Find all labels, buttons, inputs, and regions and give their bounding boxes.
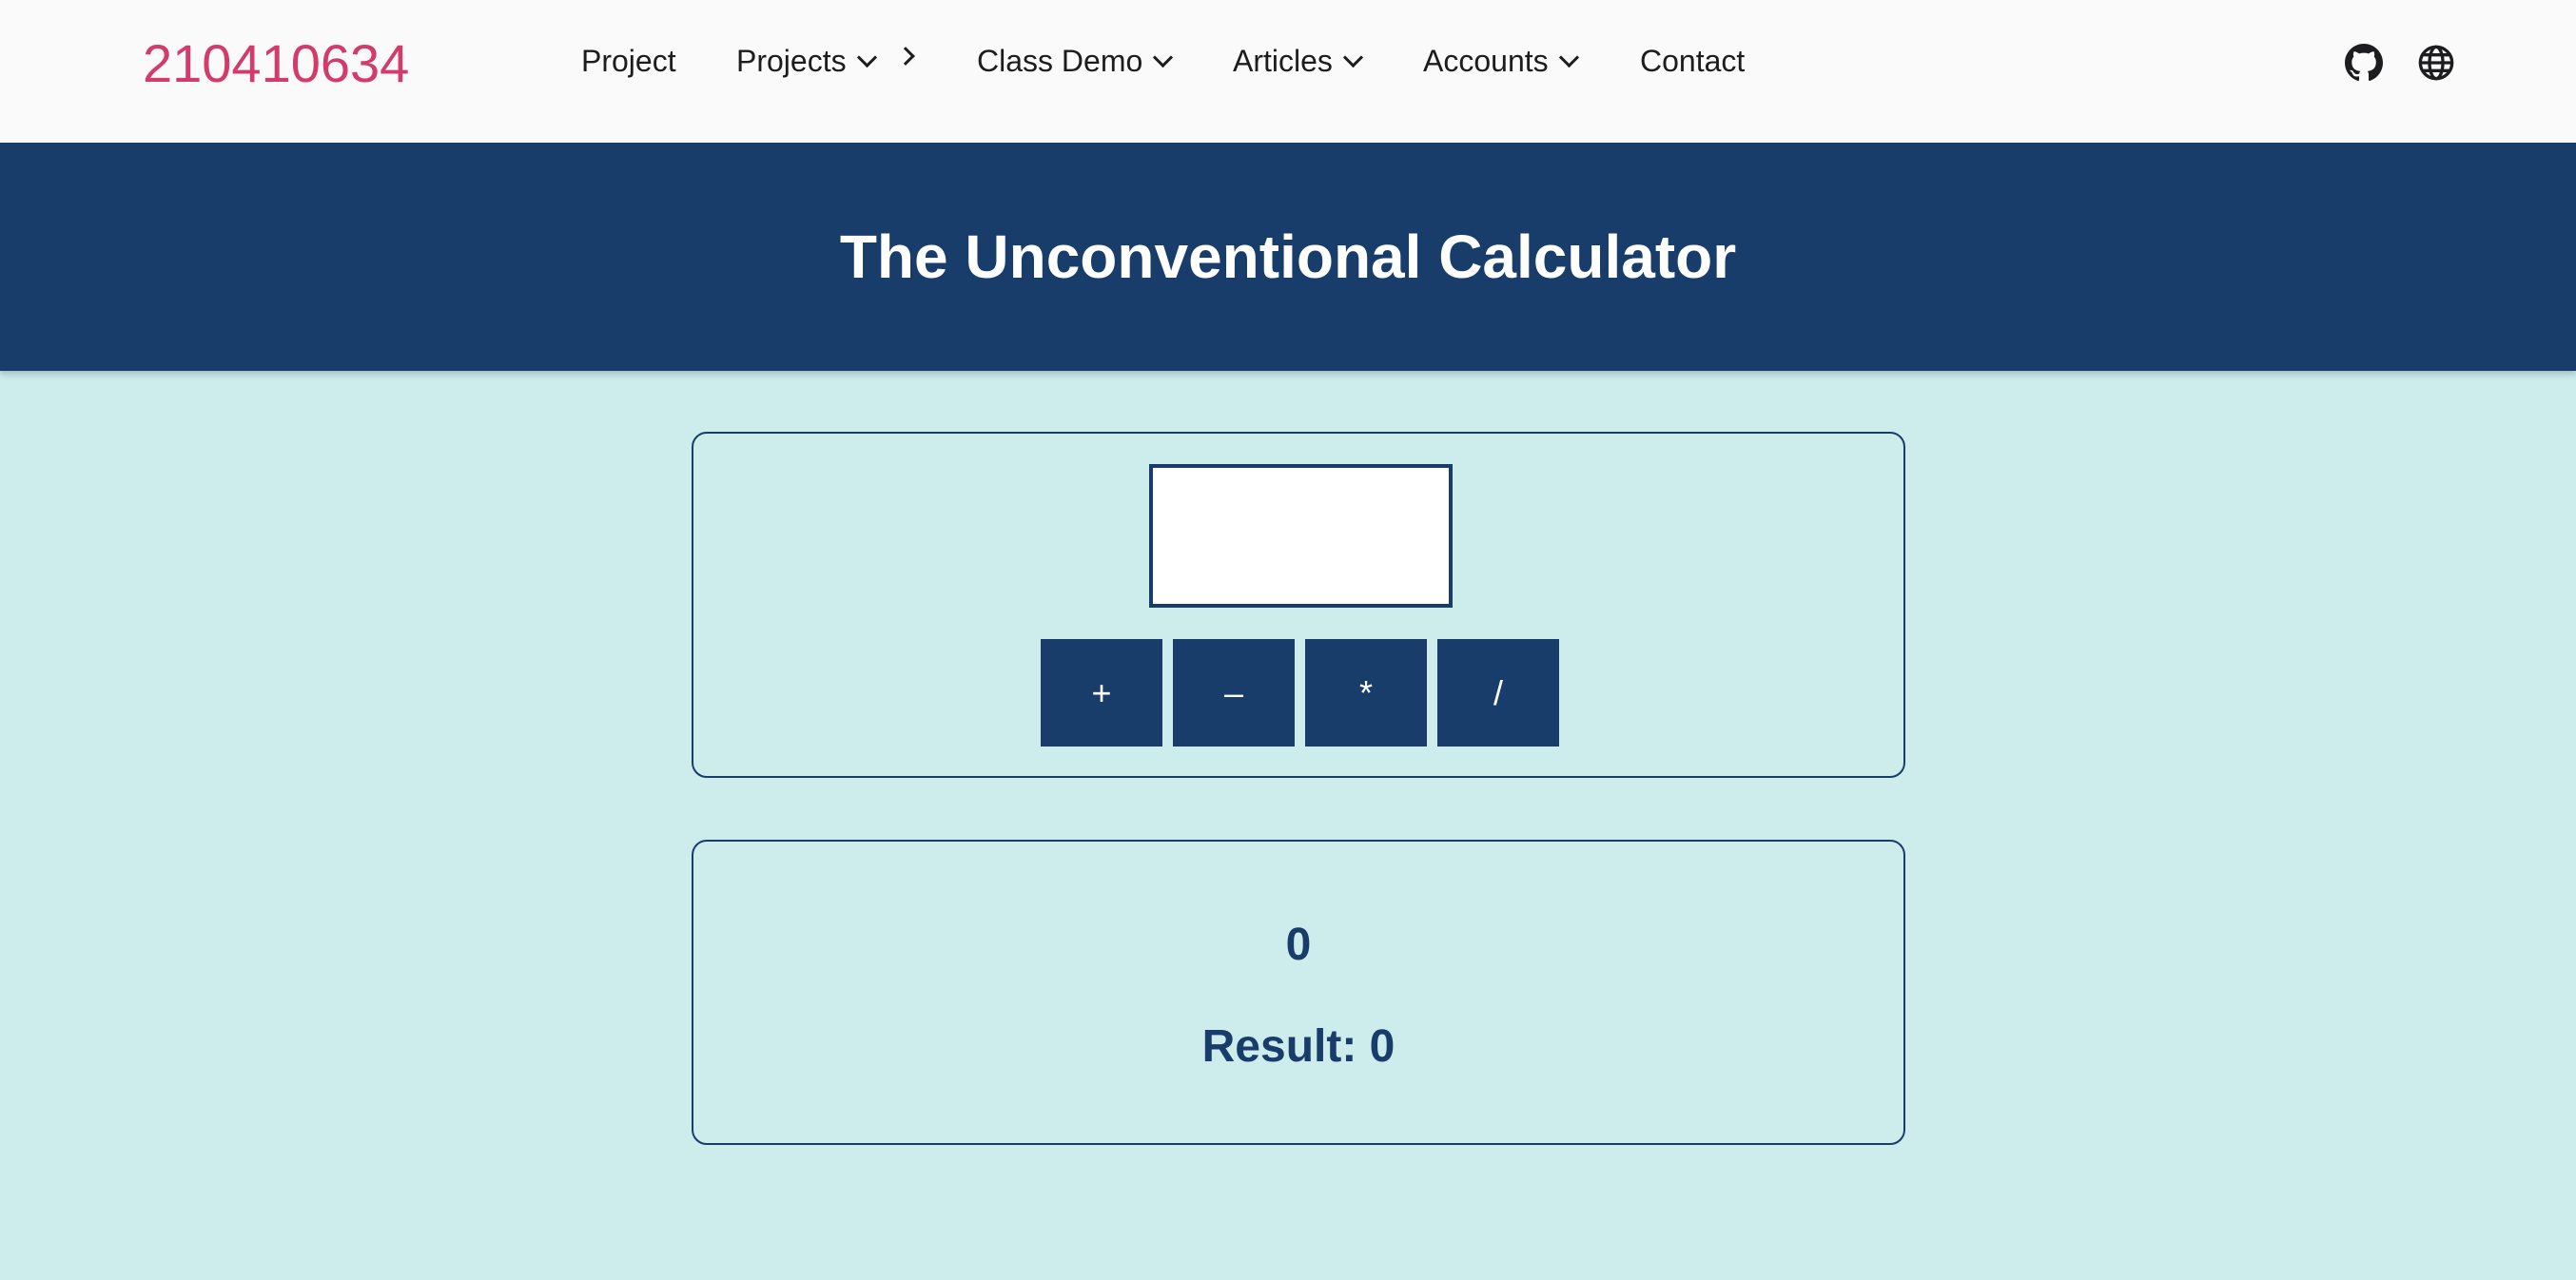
nav-item-class-demo[interactable]: Class Demo — [977, 38, 1174, 84]
chevron-down-icon — [856, 47, 877, 68]
chevron-down-icon — [1558, 47, 1579, 68]
add-button[interactable]: + — [1041, 639, 1162, 747]
multiply-button[interactable]: * — [1305, 639, 1427, 747]
nav-item-label: Projects — [736, 44, 847, 78]
divide-button[interactable]: / — [1437, 639, 1559, 747]
nav-item-contact[interactable]: Contact — [1640, 38, 1745, 84]
calculator-result-card: 0 Result: 0 — [692, 840, 1905, 1145]
calculator-input-card: + – * / — [692, 432, 1905, 778]
chevron-down-icon — [1342, 47, 1364, 68]
nav-item-label: Contact — [1640, 44, 1746, 78]
nav-item-label: Articles — [1233, 44, 1333, 78]
chevron-right-icon[interactable] — [896, 47, 915, 66]
nav-item-label: Accounts — [1423, 44, 1549, 78]
operator-buttons: + – * / — [1041, 639, 1559, 747]
nav-item-projects[interactable]: Projects — [736, 38, 877, 84]
top-navbar: 210410634 Project Projects Class Demo Ar… — [0, 0, 2576, 143]
subtract-button[interactable]: – — [1173, 639, 1295, 747]
page-title: The Unconventional Calculator — [839, 223, 1737, 291]
chevron-down-icon — [1153, 47, 1174, 68]
nav-item-articles[interactable]: Articles — [1233, 38, 1364, 84]
hero-banner: The Unconventional Calculator — [0, 143, 2576, 371]
nav-item-label: Class Demo — [977, 44, 1143, 78]
number-input[interactable] — [1149, 464, 1453, 608]
nav-item-label: Project — [581, 44, 676, 78]
current-value: 0 — [1285, 920, 1312, 970]
brand-link[interactable]: 210410634 — [143, 32, 409, 95]
github-icon[interactable] — [2345, 44, 2383, 82]
nav-item-accounts[interactable]: Accounts — [1423, 38, 1579, 84]
nav-item-project[interactable]: Project — [581, 38, 676, 84]
result-text: Result: 0 — [1201, 1021, 1395, 1072]
globe-icon[interactable] — [2417, 44, 2455, 82]
